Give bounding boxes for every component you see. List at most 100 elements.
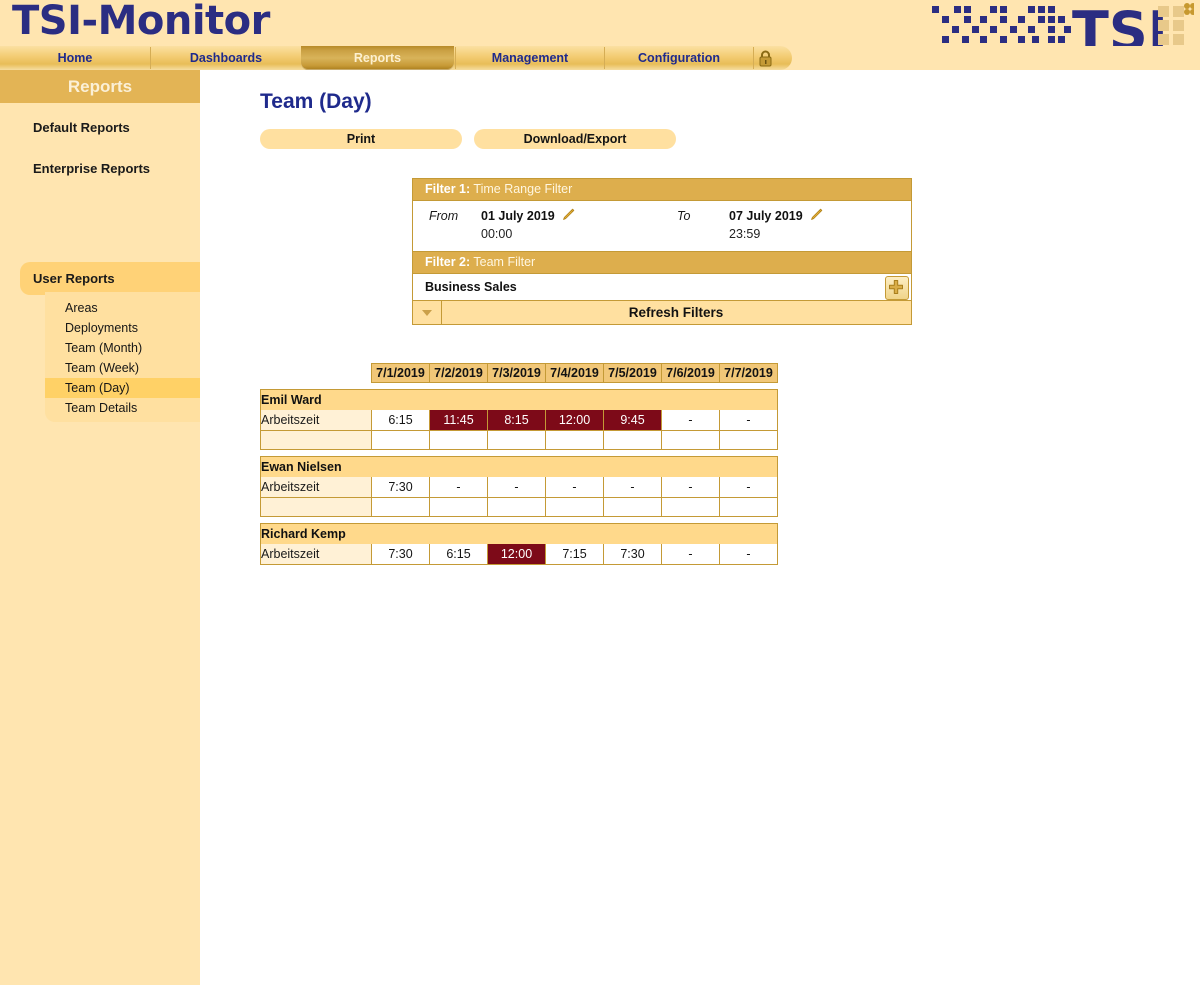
table-cell-filler [603,430,662,450]
team-filter-body: Business Sales [413,274,911,301]
table-cell: 9:45 [603,410,662,431]
team-day-table: 7/1/2019 7/2/2019 7/3/2019 7/4/2019 7/5/… [260,363,778,565]
table-column-header: 7/6/2019 [661,363,720,383]
nav-tab-dashboards[interactable]: Dashboards [151,46,301,70]
table-cell: 6:15 [371,410,430,431]
table-cell-filler [371,497,430,517]
page-title: Team (Day) [260,90,372,113]
table-group-header-row: Ewan Nielsen [260,456,778,477]
plus-icon[interactable] [885,276,909,300]
lock-icon[interactable] [757,49,774,67]
filter1-name: Time Range Filter [470,182,573,196]
row-label-filler [260,430,372,450]
app-brand-title: TSI-Monitor [12,0,270,44]
sidebar-item-user-reports[interactable]: User Reports [20,262,212,295]
table-row: Arbeitszeit 7:30 6:15 12:00 7:15 7:30 - … [260,544,778,565]
row-label: Arbeitszeit [260,477,372,498]
table-spacer-cell [260,449,778,457]
table-cell-filler [545,497,604,517]
filter2-header: Filter 2: Team Filter [413,252,911,274]
sidebar-item-team-week[interactable]: Team (Week) [45,358,212,378]
table-cell: 12:00 [545,410,604,431]
table-cell: 11:45 [429,410,488,431]
print-button[interactable]: Print [260,129,462,149]
from-label: From [429,209,459,223]
refresh-filters-row: Refresh Filters [413,301,911,324]
table-cell-filler [603,497,662,517]
table-corner-cell [260,363,372,383]
table-cell: 7:30 [371,544,430,565]
filter2-prefix: Filter 2: [425,255,471,269]
table-cell: - [719,410,778,431]
table-column-header: 7/1/2019 [371,363,430,383]
filter2-name: Team Filter [470,255,536,269]
table-cell: - [719,477,778,498]
to-time-value[interactable]: 23:59 [729,227,760,241]
time-range-filter-body: From 01 July 2019 00:00 To 07 July 2019 … [413,201,911,252]
main-navigation: Home Dashboards Reports Management Confi… [0,46,1200,70]
refresh-filters-button[interactable]: Refresh Filters [441,301,911,324]
pencil-icon[interactable] [561,208,575,222]
row-label-filler [260,497,372,517]
table-cell: - [545,477,604,498]
table-cell-filler [487,497,546,517]
download-export-button[interactable]: Download/Export [474,129,676,149]
table-cell: 7:30 [371,477,430,498]
chevron-down-icon[interactable] [413,301,442,324]
table-column-header: 7/7/2019 [719,363,778,383]
group-name: Ewan Nielsen [260,456,778,477]
row-label: Arbeitszeit [260,410,372,431]
table-column-header: 7/2/2019 [429,363,488,383]
table-row-filler [260,497,778,517]
table-row: Arbeitszeit 7:30 - - - - - - [260,477,778,498]
nav-tab-management[interactable]: Management [456,46,604,70]
sidebar-item-team-month[interactable]: Team (Month) [45,338,212,358]
sidebar-item-deployments[interactable]: Deployments [45,318,212,338]
nav-tab-home[interactable]: Home [0,46,150,70]
from-time-value[interactable]: 00:00 [481,227,512,241]
table-spacer-row [260,516,778,524]
from-date-value[interactable]: 01 July 2019 [481,209,555,223]
table-group-header-row: Richard Kemp [260,523,778,544]
sidebar-submenu: Areas Deployments Team (Month) Team (Wee… [45,292,212,422]
table-body: Emil Ward Arbeitszeit 6:15 11:45 8:15 12… [260,382,778,565]
sidebar: Reports Default Reports Enterprise Repor… [0,70,212,985]
sidebar-item-enterprise-reports[interactable]: Enterprise Reports [33,161,150,176]
group-name: Emil Ward [260,389,778,410]
table-spacer-row [260,449,778,457]
sidebar-item-team-details[interactable]: Team Details [45,398,212,418]
filter1-header: Filter 1: Time Range Filter [413,179,911,201]
table-cell-filler [371,430,430,450]
table-spacer-cell [260,382,778,390]
table-cell: - [429,477,488,498]
team-filter-value[interactable]: Business Sales [425,280,517,294]
sidebar-item-default-reports[interactable]: Default Reports [33,120,130,135]
table-cell-filler [487,430,546,450]
table-cell: - [661,410,720,431]
to-date-value[interactable]: 07 July 2019 [729,209,803,223]
pencil-icon[interactable] [809,208,823,222]
filter1-prefix: Filter 1: [425,182,471,196]
table-cell: 8:15 [487,410,546,431]
table-cell-filler [661,497,720,517]
table-header-row: 7/1/2019 7/2/2019 7/3/2019 7/4/2019 7/5/… [260,363,778,383]
group-name: Richard Kemp [260,523,778,544]
table-cell-filler [719,430,778,450]
table-cell: 7:15 [545,544,604,565]
nav-tab-configuration[interactable]: Configuration [605,46,753,70]
table-cell: 6:15 [429,544,488,565]
table-cell: - [661,477,720,498]
table-column-header: 7/4/2019 [545,363,604,383]
sidebar-item-team-day[interactable]: Team (Day) [45,378,212,398]
nav-tab-reports[interactable]: Reports [301,46,454,70]
table-header: 7/1/2019 7/2/2019 7/3/2019 7/4/2019 7/5/… [260,363,778,383]
sidebar-title: Reports [0,70,200,103]
table-cell-filler [429,430,488,450]
table-cell: 12:00 [487,544,546,565]
sidebar-item-areas[interactable]: Areas [45,298,212,318]
app-header: TSI-Monitor TSI [0,0,1200,63]
table-cell: - [661,544,720,565]
table-cell-filler [661,430,720,450]
table-row: Arbeitszeit 6:15 11:45 8:15 12:00 9:45 -… [260,410,778,431]
table-column-header: 7/3/2019 [487,363,546,383]
